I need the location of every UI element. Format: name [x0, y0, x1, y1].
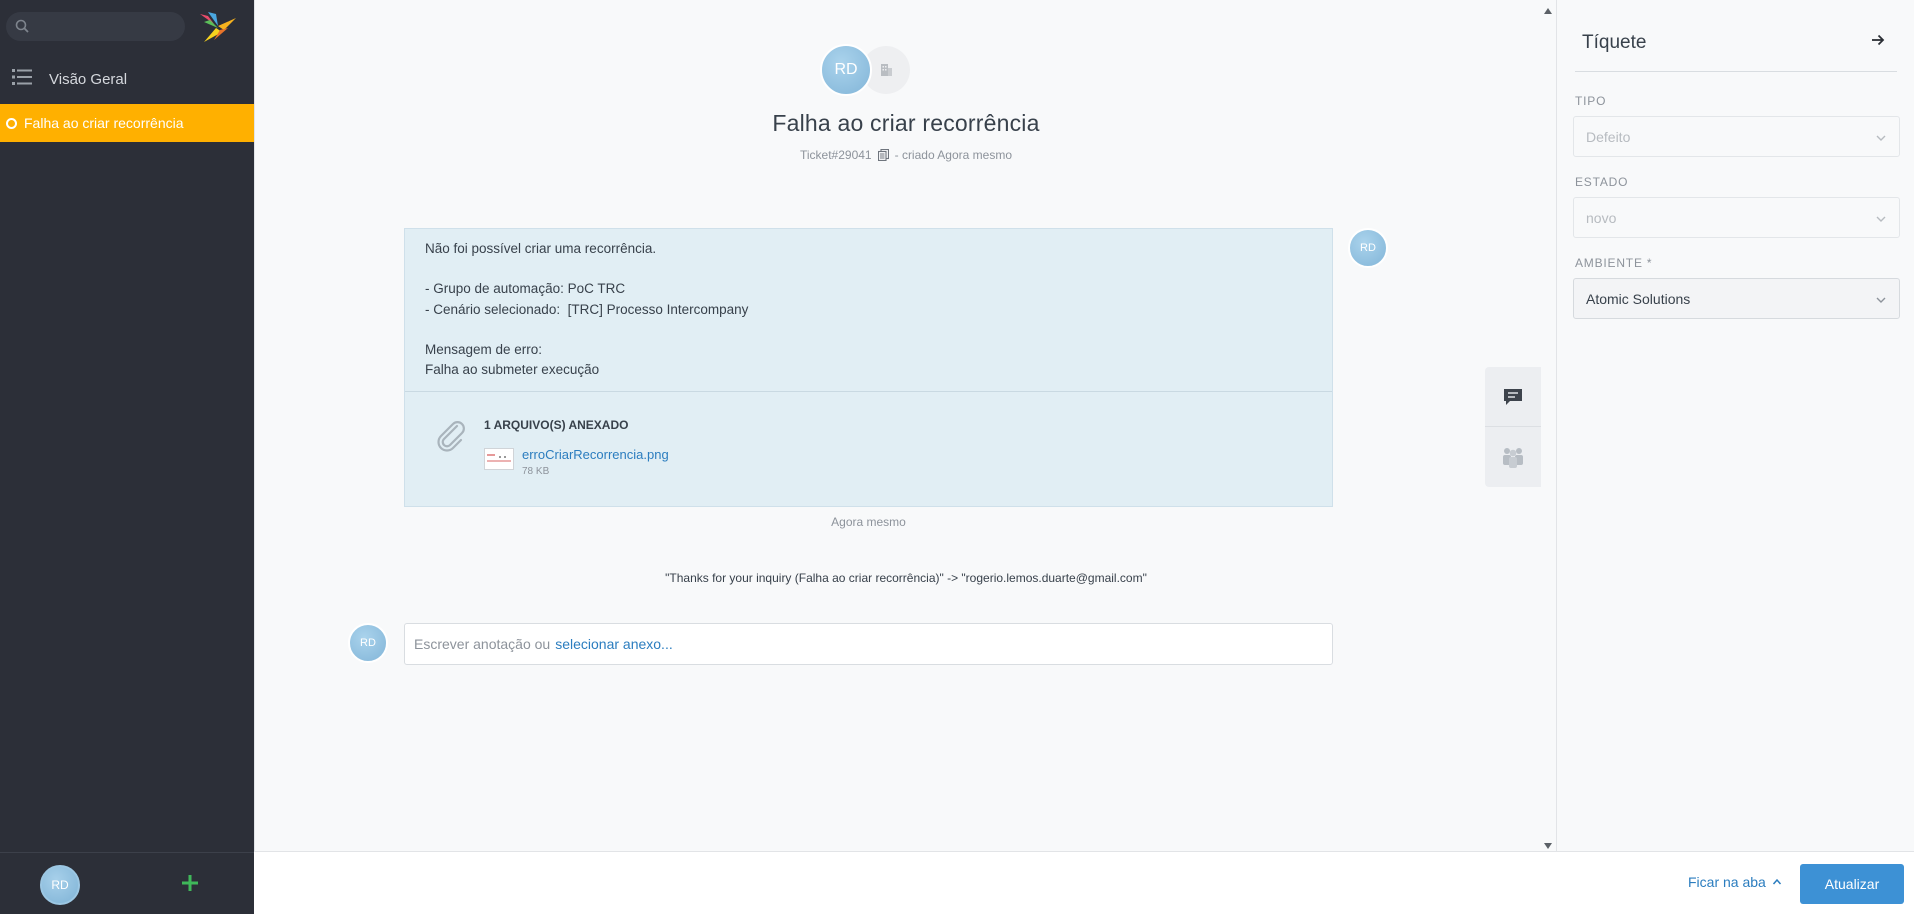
app-logo[interactable]: [198, 8, 238, 46]
divider: [1575, 71, 1897, 72]
ticket-title[interactable]: Falha ao criar recorrência: [255, 110, 1557, 137]
stay-on-tab-toggle[interactable]: Ficar na aba: [1688, 874, 1782, 890]
ticket-status-icon: [6, 117, 17, 129]
sidebar-footer: RD: [0, 852, 254, 914]
attachment-thumbnail[interactable]: [484, 448, 514, 470]
sidebar-item-label: Visão Geral: [49, 70, 128, 88]
article: Não foi possível criar uma recorrência. …: [404, 228, 1333, 507]
search-input[interactable]: [34, 12, 179, 41]
type-value: Defeito: [1586, 128, 1631, 145]
type-select[interactable]: Defeito: [1573, 116, 1900, 157]
search-icon: [15, 19, 29, 38]
attachments-heading: 1 ARQUIVO(S) ANEXADO: [484, 418, 629, 432]
tab-ticket-details[interactable]: [1485, 367, 1541, 427]
select-attachment-link[interactable]: selecionar anexo...: [555, 636, 673, 652]
note-input[interactable]: Escrever anotação ou selecionar anexo...: [404, 623, 1333, 665]
trigger-notification: "Thanks for your inquiry (Falha ao criar…: [665, 571, 1147, 585]
update-button[interactable]: Atualizar: [1800, 864, 1904, 904]
ticket-meta: Ticket#29041 - criado Agora mesmo: [255, 148, 1557, 162]
note-author-avatar: RD: [348, 623, 388, 663]
chevron-down-icon: [1875, 212, 1887, 228]
sidebar: Visão Geral Falha ao criar recorrência R…: [0, 0, 254, 914]
article-line: [425, 259, 1312, 279]
state-label: ESTADO: [1575, 175, 1629, 189]
state-select[interactable]: novo: [1573, 197, 1900, 238]
list-icon: [12, 68, 32, 91]
sidebar-item-label: Falha ao criar recorrência: [24, 115, 184, 131]
state-value: novo: [1586, 209, 1617, 226]
ticket-sidebar-tabs: [1485, 367, 1541, 487]
note-placeholder: Escrever anotação ou: [414, 636, 551, 652]
environment-value: Atomic Solutions: [1586, 290, 1691, 307]
stay-on-tab-label: Ficar na aba: [1688, 874, 1766, 890]
people-icon: [1503, 448, 1523, 468]
type-label: TIPO: [1575, 94, 1607, 108]
sidebar-item-overview[interactable]: Visão Geral: [0, 60, 254, 98]
copy-icon[interactable]: [877, 148, 889, 162]
scroll-up-arrow[interactable]: [1543, 3, 1553, 14]
scroll-down-arrow[interactable]: [1543, 838, 1553, 849]
article-line: Não foi possível criar uma recorrência.: [425, 241, 657, 256]
panel-title: Tíquete: [1582, 32, 1647, 53]
user-avatar[interactable]: RD: [40, 865, 80, 905]
ticket-header-avatars: RD: [820, 44, 920, 96]
tab-customer[interactable]: [1485, 427, 1541, 487]
chevron-up-icon: [1772, 878, 1781, 885]
chevron-down-icon: [1875, 293, 1887, 309]
article-author-avatar[interactable]: RD: [1348, 228, 1388, 268]
collapse-arrow-icon[interactable]: [1871, 33, 1885, 52]
paperclip-icon: [435, 420, 467, 457]
article-body: Não foi possível criar uma recorrência. …: [405, 229, 1332, 392]
search-box[interactable]: [6, 12, 185, 41]
building-icon: [881, 64, 892, 76]
environment-label: AMBIENTE *: [1575, 256, 1653, 270]
environment-select[interactable]: Atomic Solutions: [1573, 278, 1900, 319]
attachments: 1 ARQUIVO(S) ANEXADO erroCriarRecorrenci…: [405, 392, 1332, 507]
article-line: - Grupo de automação: PoC TRC: [425, 281, 626, 297]
article-line: [425, 320, 1312, 340]
ticket-zoom: RD Falha ao criar recorrência Ticket#290…: [254, 0, 1556, 851]
chat-icon: [1504, 388, 1522, 405]
chevron-down-icon: [1875, 131, 1887, 147]
article-line: Mensagem de erro:: [425, 341, 543, 357]
bottom-bar: Ficar na aba Atualizar: [254, 851, 1914, 914]
ticket-number: Ticket#29041: [800, 148, 872, 162]
add-button[interactable]: [176, 869, 204, 897]
article-timestamp: Agora mesmo: [831, 515, 906, 529]
plus-icon: [182, 875, 198, 891]
sidebar-item-open-ticket[interactable]: Falha ao criar recorrência: [0, 104, 254, 142]
ticket-created: - criado Agora mesmo: [894, 148, 1012, 162]
customer-avatar[interactable]: RD: [820, 44, 872, 96]
ticket-attributes-panel: Tíquete TIPO Defeito ESTADO novo AMBIENT…: [1556, 0, 1914, 851]
attachment-link[interactable]: erroCriarRecorrencia.png: [522, 447, 669, 462]
attachment-size: 78 KB: [522, 466, 550, 477]
article-line: Falha ao submeter execução: [425, 362, 600, 378]
article-line: - Cenário selecionado: [TRC] Processo In…: [425, 301, 749, 317]
